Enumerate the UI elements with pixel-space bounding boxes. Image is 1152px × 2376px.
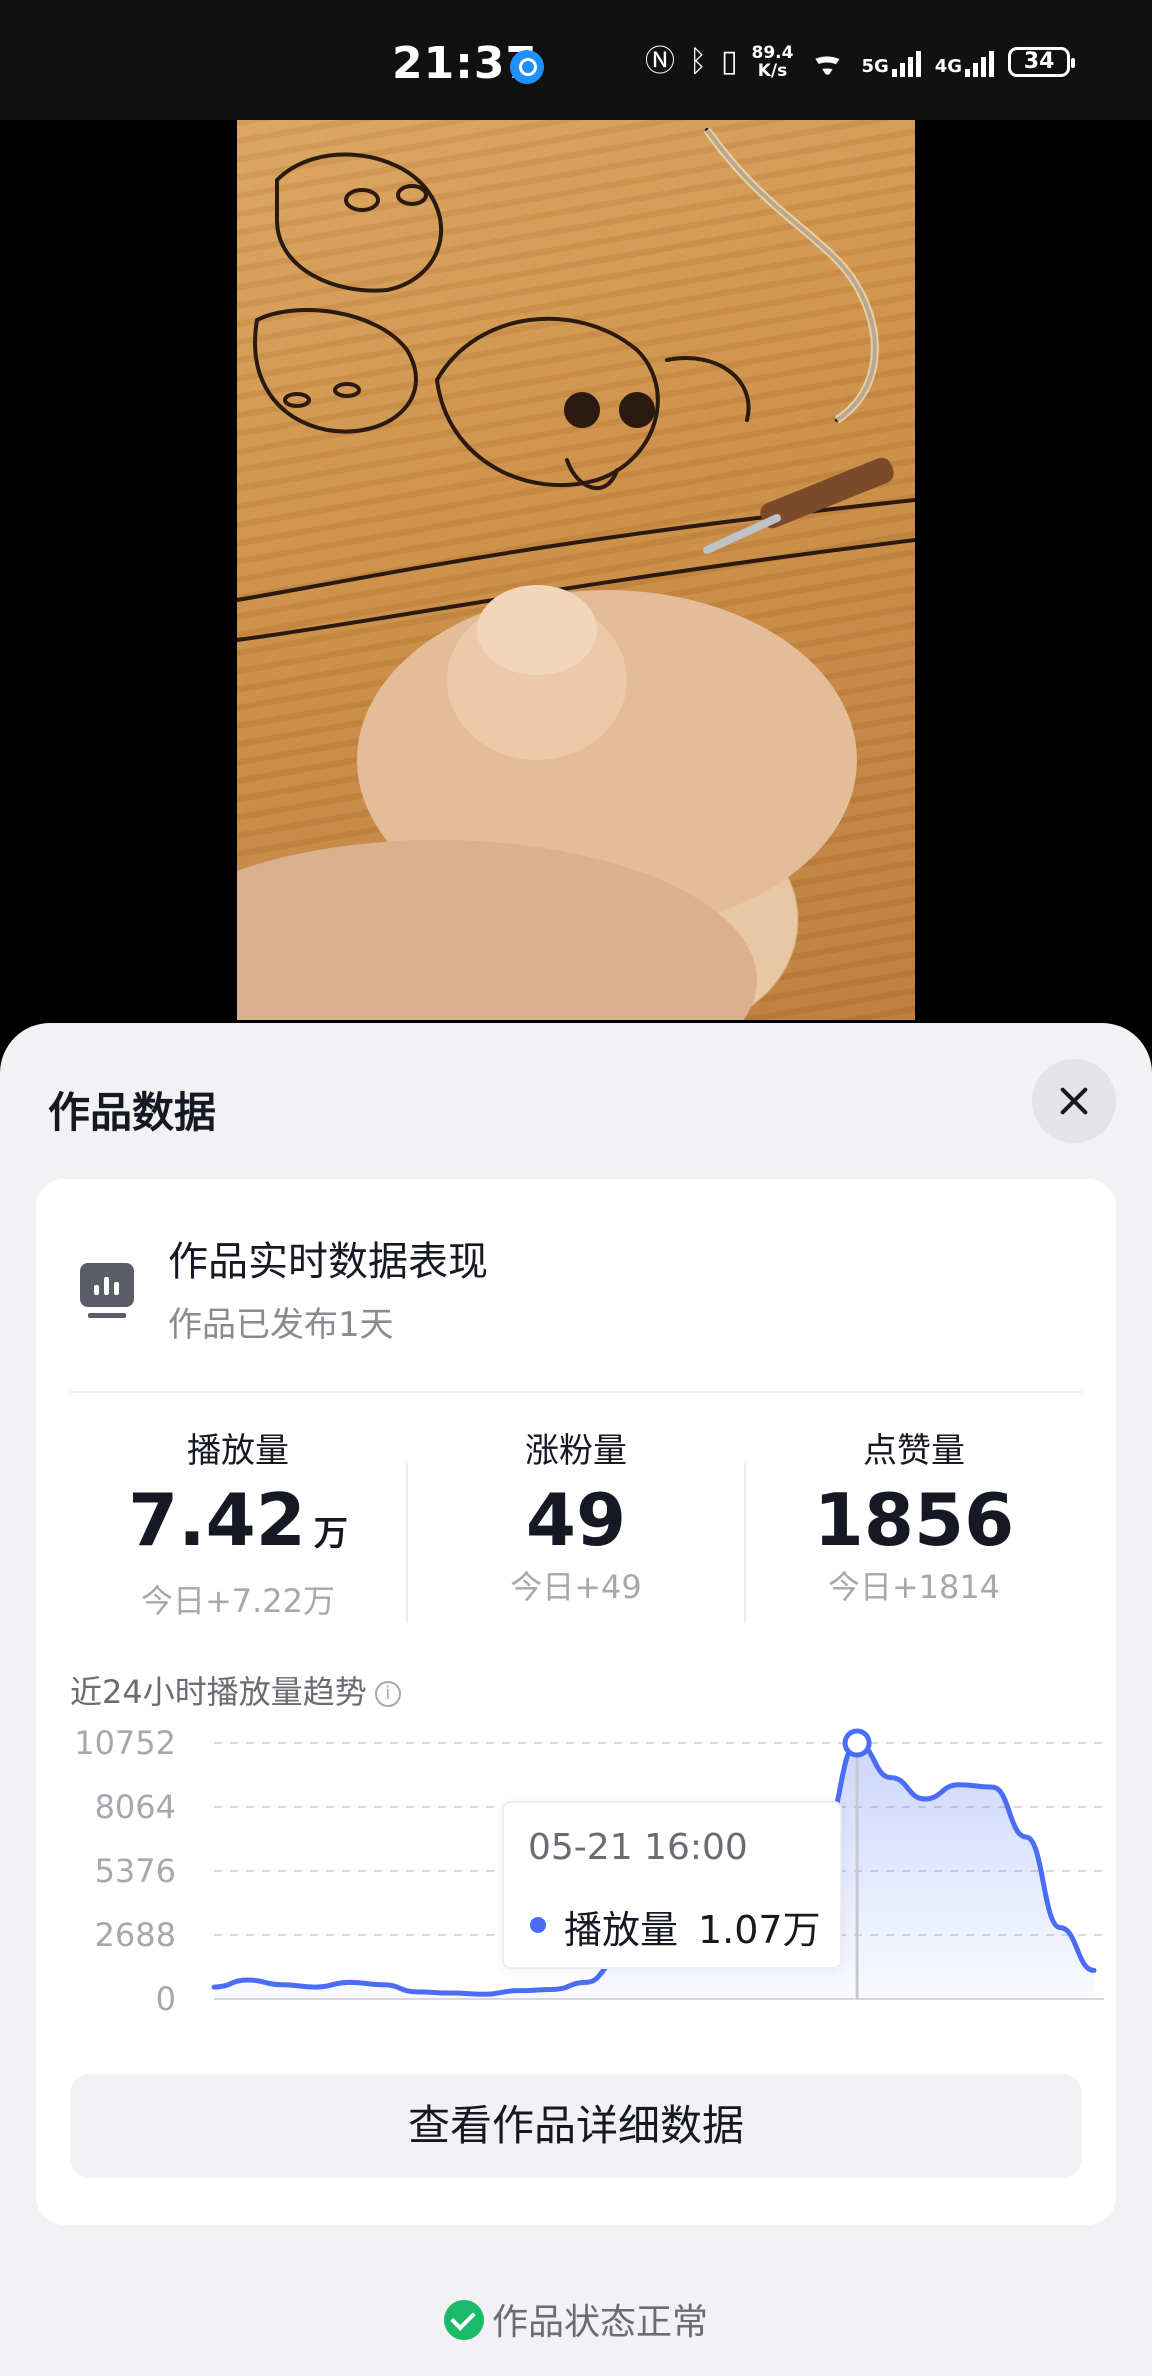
info-icon[interactable]: i bbox=[374, 1681, 401, 1707]
view-detail-button[interactable]: 查看作品详细数据 bbox=[70, 2074, 1082, 2178]
trend-title-text: 近24小时播放量趋势 bbox=[70, 1673, 367, 1711]
signal-5g-label: 5G bbox=[861, 56, 889, 77]
signal-bars-icon bbox=[891, 47, 921, 77]
y-tick-label: 0 bbox=[156, 1980, 176, 2018]
metric-followers: 涨粉量 49 今日+49 bbox=[408, 1423, 744, 1608]
y-tick-label: 2688 bbox=[95, 1916, 176, 1954]
bar-chart-icon bbox=[80, 1263, 134, 1321]
metric-label: 点赞量 bbox=[863, 1431, 965, 1471]
metric-today: 今日+7.22万 bbox=[140, 1582, 336, 1620]
metric-number: 7.42 bbox=[128, 1478, 306, 1562]
metric-label: 涨粉量 bbox=[525, 1431, 627, 1471]
tooltip-series-label: 播放量 bbox=[564, 1908, 679, 1952]
metric-likes: 点赞量 1856 今日+1814 bbox=[746, 1423, 1082, 1608]
y-tick-label: 10752 bbox=[74, 1724, 176, 1762]
wifi-icon bbox=[807, 47, 847, 77]
tooltip-time: 05-21 16:00 bbox=[528, 1827, 748, 1868]
metric-today: 今日+1814 bbox=[827, 1568, 1001, 1606]
net-speed: 89.4 K/s bbox=[752, 44, 794, 80]
metric-number: 1856 bbox=[813, 1478, 1015, 1562]
card-heading: 作品实时数据表现 bbox=[168, 1239, 488, 1285]
battery-icon: 34 bbox=[1008, 47, 1076, 77]
chart-tooltip: 05-21 16:00 播放量 1.07万 bbox=[502, 1801, 842, 1969]
signal-4g-label: 4G bbox=[934, 56, 963, 77]
divider bbox=[70, 1391, 1082, 1393]
carving-tool bbox=[703, 457, 894, 554]
signal-5g: 5G bbox=[861, 47, 921, 77]
status-bar: 21:37 Ⓝ ᛒ ▯ 89.4 K/s 5G 4G 34 bbox=[0, 0, 1152, 120]
check-circle-icon bbox=[443, 2300, 484, 2340]
signal-4g: 4G bbox=[934, 47, 995, 77]
vibrate-icon: ▯ bbox=[721, 44, 738, 79]
metric-number: 49 bbox=[525, 1478, 627, 1562]
close-button[interactable] bbox=[1032, 1059, 1116, 1143]
metric-today: 今日+49 bbox=[510, 1568, 642, 1606]
tooltip-value: 1.07万 bbox=[698, 1908, 821, 1952]
tooltip-series-dot bbox=[530, 1917, 546, 1933]
trend-title: 近24小时播放量趋势 i bbox=[70, 1667, 401, 1713]
sheet-title: 作品数据 bbox=[48, 1088, 217, 1137]
hand bbox=[237, 585, 857, 1020]
metric-value: 49 bbox=[408, 1478, 744, 1562]
metric-plays: 播放量 7.42 万 今日+7.22万 bbox=[70, 1423, 406, 1622]
metric-unit: 万 bbox=[313, 1514, 348, 1554]
work-data-sheet: 作品数据 作品实时数据表现 作品已发布1天 播放量 7.42 万 今日+7.22万… bbox=[0, 1023, 1152, 2376]
video-preview[interactable] bbox=[237, 120, 915, 1020]
metric-value: 1856 bbox=[746, 1478, 1082, 1562]
work-status-text: 作品状态正常 bbox=[491, 2302, 708, 2343]
signal-bars-icon bbox=[965, 47, 995, 77]
status-icons: Ⓝ ᛒ ▯ 89.4 K/s 5G 4G 34 bbox=[645, 44, 1076, 80]
metric-value: 7.42 万 bbox=[70, 1478, 406, 1576]
nfc-icon: Ⓝ bbox=[645, 44, 675, 79]
search-badge-icon bbox=[510, 50, 544, 84]
bluetooth-icon: ᛒ bbox=[689, 44, 707, 79]
wood-carving-image bbox=[237, 127, 915, 1020]
metric-label: 播放量 bbox=[187, 1431, 289, 1471]
y-tick-label: 5376 bbox=[95, 1852, 176, 1890]
realtime-data-card: 作品实时数据表现 作品已发布1天 播放量 7.42 万 今日+7.22万 涨粉量 … bbox=[36, 1179, 1116, 2225]
highlight-point bbox=[842, 1728, 872, 1758]
net-speed-value: 89.4 bbox=[751, 43, 794, 63]
y-tick-label: 8064 bbox=[95, 1788, 176, 1826]
card-subheading: 作品已发布1天 bbox=[168, 1305, 394, 1345]
net-speed-unit: K/s bbox=[757, 61, 788, 81]
work-status: 作品状态正常 bbox=[0, 2293, 1152, 2345]
